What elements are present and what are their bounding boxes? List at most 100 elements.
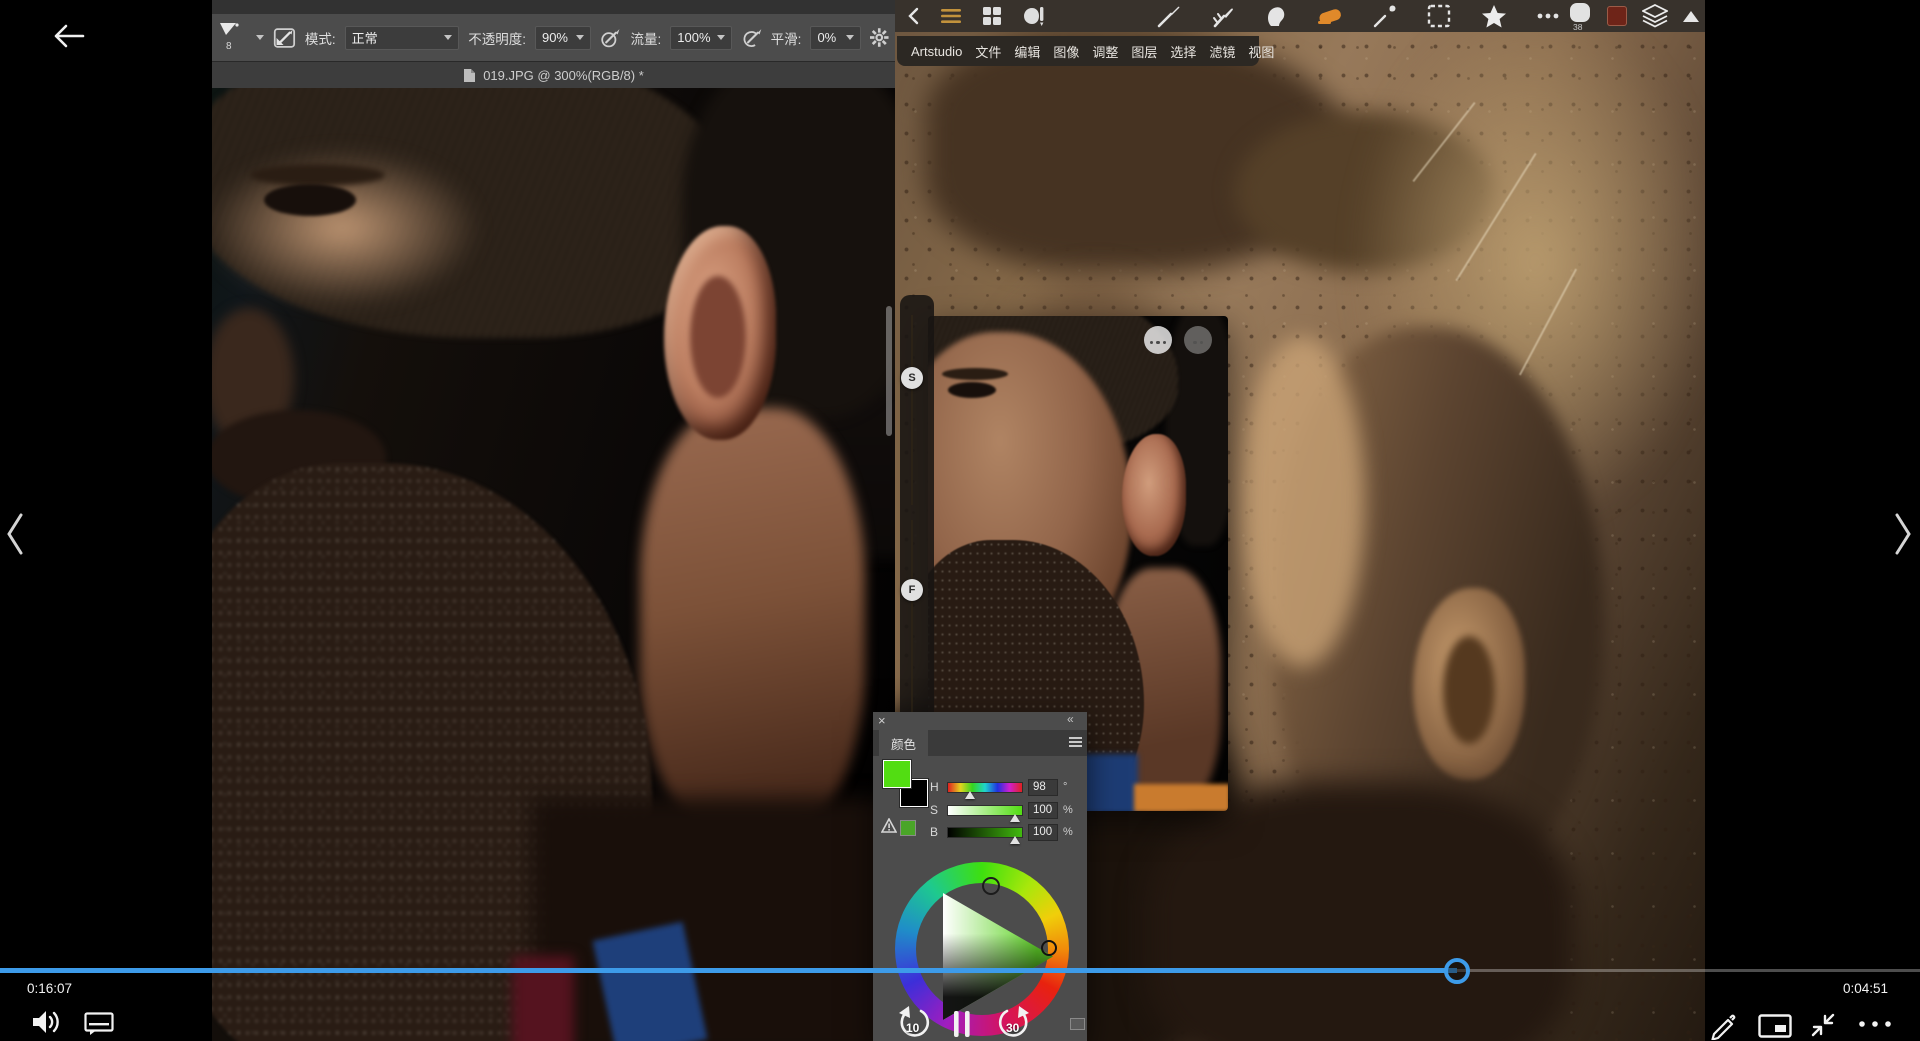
painted-face-highlight bbox=[1240, 337, 1365, 667]
exit-fullscreen-icon[interactable] bbox=[1808, 1010, 1838, 1040]
smooth-select[interactable]: 0% bbox=[810, 26, 861, 50]
menu-view[interactable]: 视图 bbox=[1248, 42, 1274, 61]
menu-select[interactable]: 选择 bbox=[1170, 42, 1196, 61]
brush-size-preview[interactable]: 38 bbox=[1570, 1, 1592, 31]
hue-ring-selector[interactable] bbox=[982, 877, 1000, 895]
toolbar-tools-group bbox=[1157, 0, 1559, 32]
gamut-safe-color-swatch[interactable] bbox=[900, 820, 916, 836]
flow-select[interactable]: 100% bbox=[670, 26, 731, 50]
painted-ear-inner bbox=[1443, 636, 1495, 744]
menu-image[interactable]: 图像 bbox=[1053, 42, 1079, 61]
video-player-stage: 8 模式: 正常 不透明度: 90% bbox=[0, 0, 1920, 1041]
current-time: 0:16:07 bbox=[27, 981, 72, 996]
menu-edit[interactable]: 编辑 bbox=[1014, 42, 1040, 61]
back-arrow-icon[interactable] bbox=[52, 22, 86, 50]
size-slider-knob[interactable]: S bbox=[901, 367, 923, 389]
chevron-down-icon bbox=[576, 35, 584, 40]
annotate-pencil-icon[interactable] bbox=[1708, 1010, 1738, 1040]
menu-layer[interactable]: 图层 bbox=[1131, 42, 1157, 61]
picture-in-picture-icon[interactable] bbox=[1758, 1014, 1792, 1038]
wet-brush-tool-icon[interactable] bbox=[1211, 4, 1235, 28]
captions-icon[interactable] bbox=[84, 1012, 114, 1036]
menu-file[interactable]: 文件 bbox=[975, 42, 1001, 61]
back-chevron-icon[interactable] bbox=[907, 7, 919, 25]
eraser-tool-icon[interactable] bbox=[1317, 5, 1343, 27]
ref-more-button[interactable] bbox=[1144, 326, 1172, 354]
brush-tool-icon[interactable] bbox=[1157, 4, 1181, 28]
smudge-tool-icon[interactable] bbox=[1265, 4, 1287, 28]
saturation-row: S 100 % bbox=[930, 801, 1073, 819]
b-label: B bbox=[930, 825, 942, 839]
photo-eyebrow bbox=[250, 164, 385, 186]
saturation-value-field[interactable]: 100 bbox=[1028, 802, 1058, 819]
opacity-select[interactable]: 90% bbox=[535, 26, 591, 50]
panel-menu-icon[interactable] bbox=[1069, 737, 1082, 749]
current-color-swatch[interactable] bbox=[1607, 6, 1627, 26]
photoshop-window: 8 模式: 正常 不透明度: 90% bbox=[212, 0, 895, 1041]
chevron-down-icon bbox=[444, 35, 452, 40]
hue-slider-thumb[interactable] bbox=[965, 791, 975, 799]
timeline-scrubber-knob[interactable] bbox=[1444, 958, 1470, 984]
mode-select[interactable]: 正常 bbox=[345, 26, 460, 50]
menu-artstudio[interactable]: Artstudio bbox=[911, 44, 962, 59]
saturation-slider-thumb[interactable] bbox=[1010, 814, 1020, 822]
smooth-label: 平滑: bbox=[771, 28, 802, 48]
gallery-grid-icon[interactable] bbox=[983, 7, 1001, 25]
collapse-up-triangle-icon[interactable] bbox=[1683, 11, 1699, 22]
ref-handle-button[interactable] bbox=[1184, 326, 1212, 354]
triangle-selector[interactable] bbox=[1041, 940, 1057, 956]
hue-unit: ° bbox=[1063, 781, 1067, 793]
volume-icon[interactable] bbox=[31, 1008, 63, 1036]
brightness-slider[interactable] bbox=[947, 827, 1023, 838]
airbrush-smoothing-icon[interactable] bbox=[741, 26, 762, 50]
toolbar-right-group: 38 bbox=[1570, 0, 1699, 32]
next-chevron-icon[interactable] bbox=[1893, 512, 1913, 556]
ref-eye bbox=[948, 382, 996, 398]
brush-preset-thumbnail[interactable]: 8 bbox=[218, 21, 241, 55]
canvas-scrollbar[interactable] bbox=[886, 306, 892, 436]
ref-shirt-orange bbox=[1134, 784, 1228, 811]
timeline-progress[interactable] bbox=[0, 968, 1457, 973]
airbrush-pressure-opacity-icon[interactable] bbox=[600, 26, 621, 50]
forward-seconds: 30 bbox=[1006, 1021, 1019, 1035]
previous-chevron-icon[interactable] bbox=[5, 512, 25, 556]
s-label: S bbox=[930, 803, 942, 817]
close-icon[interactable]: × bbox=[878, 713, 886, 728]
selection-marquee-icon[interactable] bbox=[1427, 4, 1451, 28]
gamut-warning-icon[interactable] bbox=[881, 818, 897, 833]
hue-slider[interactable] bbox=[947, 782, 1023, 793]
brightness-value-field[interactable]: 100 bbox=[1028, 824, 1058, 841]
gear-icon[interactable] bbox=[870, 27, 889, 48]
menu-adjust[interactable]: 调整 bbox=[1092, 42, 1118, 61]
photo-neck bbox=[640, 408, 865, 838]
opacity-value: 90% bbox=[542, 30, 568, 45]
photo-eye bbox=[264, 184, 356, 216]
chevron-down-icon[interactable] bbox=[256, 35, 264, 40]
eyedropper-tool-icon[interactable] bbox=[1373, 4, 1397, 28]
ps-tool-options-bar: 8 模式: 正常 不透明度: 90% bbox=[212, 14, 895, 62]
color-panel-tabbar: 颜色 bbox=[873, 730, 1087, 756]
collapse-panel-icon[interactable]: « bbox=[1067, 712, 1073, 726]
brush-settings-panel-icon[interactable] bbox=[273, 25, 296, 51]
ref-ear bbox=[1122, 434, 1186, 556]
flow-slider-knob[interactable]: F bbox=[901, 579, 923, 601]
menu-filter[interactable]: 滤镜 bbox=[1209, 42, 1235, 61]
handle-icon bbox=[1192, 331, 1205, 349]
photo-ear-inner bbox=[690, 276, 746, 398]
foreground-color-swatch[interactable] bbox=[883, 760, 911, 788]
brightness-slider-thumb[interactable] bbox=[1010, 836, 1020, 844]
more-options-icon[interactable] bbox=[1858, 1020, 1892, 1028]
star-favorites-icon[interactable] bbox=[1481, 4, 1507, 29]
panel-resize-icon[interactable] bbox=[1070, 1018, 1085, 1030]
hue-value-field[interactable]: 98 bbox=[1028, 779, 1058, 796]
ps-canvas-photo[interactable] bbox=[212, 88, 895, 1041]
tab-color[interactable]: 颜色 bbox=[879, 730, 928, 756]
document-icon bbox=[463, 68, 476, 83]
tools-palette-icon[interactable] bbox=[1023, 6, 1047, 26]
pause-icon[interactable] bbox=[951, 1010, 973, 1038]
menu-hamburger-icon[interactable] bbox=[941, 8, 961, 24]
saturation-slider[interactable] bbox=[947, 805, 1023, 816]
layers-icon[interactable] bbox=[1642, 4, 1668, 28]
ps-document-tab[interactable]: 019.JPG @ 300%(RGB/8) * bbox=[212, 62, 895, 89]
more-tools-icon[interactable] bbox=[1537, 13, 1559, 19]
